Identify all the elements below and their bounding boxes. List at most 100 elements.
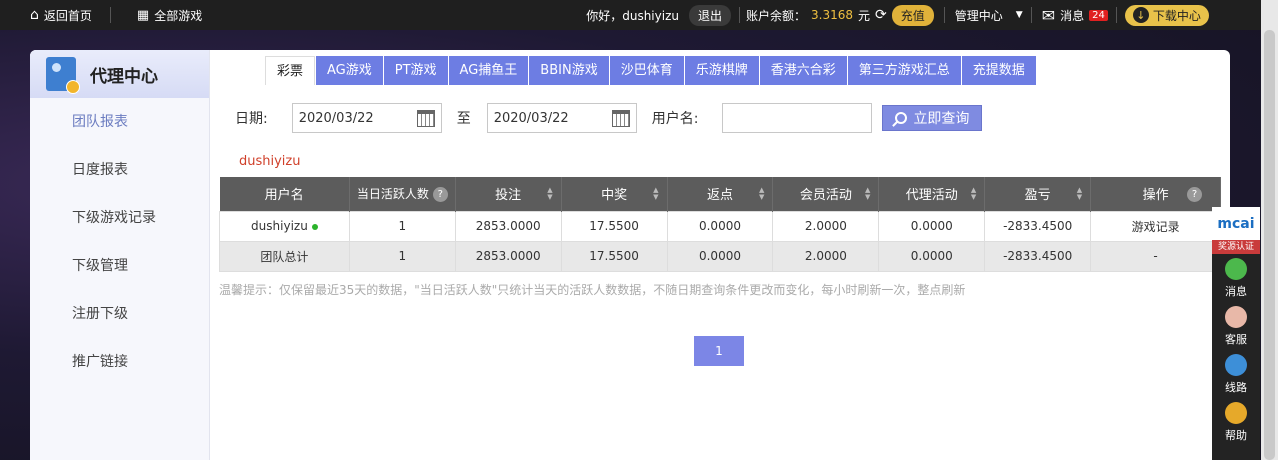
cell-username: 团队总计: [219, 240, 350, 272]
sort-icon: ▲ ▼: [864, 186, 871, 201]
recharge-button[interactable]: 充值: [891, 4, 934, 26]
message-count-badge: 24: [1089, 9, 1108, 21]
agent-card-icon: [46, 57, 80, 94]
agent-panel: 代理中心 团队报表 日度报表 下级游戏记录 下级管理 注册下级 推广链接 彩票 …: [30, 50, 1230, 460]
col-rebate[interactable]: 返点 ▲ ▼: [667, 177, 774, 211]
float-routes-label: 线路: [1225, 380, 1247, 394]
balance-value: 3.3168: [811, 8, 854, 22]
cell-win: 17.5500: [560, 240, 668, 272]
calendar-icon[interactable]: [611, 109, 630, 127]
balance-unit: 元: [858, 8, 871, 23]
download-icon: ↓: [1132, 7, 1149, 23]
cell-profit-loss: -2833.4500: [984, 210, 1092, 242]
top-bar: ⌂ 返回首页 ▦ 全部游戏 你好，dushiyizu 退出 账户余额： 3.31…: [0, 0, 1278, 30]
cell-member-promo: 2.0000: [772, 210, 880, 242]
cell-active-users: 1: [348, 210, 456, 242]
tab-ag-fishing[interactable]: AG捕鱼王: [448, 56, 529, 85]
tab-ag-games[interactable]: AG游戏: [316, 56, 383, 85]
sidebar-item-daily-report[interactable]: 日度报表: [30, 146, 209, 194]
support-agent-icon: [1225, 305, 1247, 328]
float-service[interactable]: 客服: [1212, 302, 1260, 350]
col-username[interactable]: 用户名: [219, 177, 350, 211]
start-date-input[interactable]: 2020/03/22: [291, 103, 442, 133]
username-label: 用户名:: [651, 111, 699, 127]
col-profit-loss[interactable]: 盈亏 ▲ ▼: [984, 177, 1092, 211]
col-member-promo-label: 会员活动: [799, 188, 852, 204]
col-active-users[interactable]: 当日活跃人数 ?: [349, 177, 456, 211]
speed-gauge-icon: [1225, 353, 1247, 376]
tab-saba-sports[interactable]: 沙巴体育: [609, 56, 684, 85]
cell-profit-loss: -2833.4500: [984, 240, 1092, 272]
messages-label: 消息: [1060, 8, 1085, 23]
float-routes[interactable]: 线路: [1212, 350, 1260, 398]
end-date-value: 2020/03/22: [493, 110, 569, 126]
mcai-logo: mcai: [1212, 207, 1260, 240]
grid-icon: ▦: [136, 7, 150, 23]
divider: [943, 7, 945, 23]
col-win[interactable]: 中奖 ▲ ▼: [561, 177, 668, 211]
sidebar-item-team-report[interactable]: 团队报表: [30, 98, 209, 146]
col-bet[interactable]: 投注 ▲ ▼: [455, 177, 562, 211]
divider: [1115, 7, 1117, 23]
username-input[interactable]: [722, 103, 873, 133]
tab-deposit-withdraw[interactable]: 充提数据: [961, 56, 1036, 85]
cell-rebate: 0.0000: [666, 240, 774, 272]
divider: [739, 7, 740, 23]
tab-leyou-chess[interactable]: 乐游棋牌: [684, 56, 759, 85]
tab-hk-marksix[interactable]: 香港六合彩: [759, 56, 847, 85]
sidebar-header: 代理中心: [30, 50, 209, 98]
manage-label: 管理中心: [954, 8, 1003, 23]
float-service-label: 客服: [1225, 332, 1247, 346]
messages-link[interactable]: ✉ 消息 24: [1042, 0, 1108, 30]
greeting-text: 你好，dushiyizu: [586, 8, 679, 23]
float-messages[interactable]: 消息: [1212, 254, 1260, 302]
sidebar-item-sub-game-records[interactable]: 下级游戏记录: [30, 194, 209, 242]
divider: [1030, 7, 1032, 23]
tab-bbin-games[interactable]: BBIN游戏: [529, 56, 609, 85]
help-icon[interactable]: ?: [1187, 187, 1202, 202]
current-user-label[interactable]: dushiyizu: [239, 154, 300, 169]
sidebar-item-promo-link[interactable]: 推广链接: [30, 338, 209, 386]
manage-menu[interactable]: 管理中心 ▼: [955, 0, 1023, 30]
download-button[interactable]: ↓ 下载中心: [1124, 4, 1209, 26]
float-messages-label: 消息: [1225, 284, 1247, 298]
col-agent-promo[interactable]: 代理活动 ▲ ▼: [878, 177, 986, 211]
right-float-bar: mcai 奖源认证 消息 客服 线路 帮助: [1212, 207, 1260, 460]
sort-icon: ▲ ▼: [759, 186, 765, 201]
divider: [109, 7, 111, 23]
help-icon: [1225, 401, 1247, 424]
home-icon: ⌂: [30, 7, 39, 23]
all-games-link[interactable]: ▦ 全部游戏: [137, 0, 202, 30]
search-icon: [895, 112, 908, 124]
sidebar-item-sub-management[interactable]: 下级管理: [30, 242, 209, 290]
query-button-label: 立即查询: [913, 111, 970, 127]
query-button[interactable]: 立即查询: [882, 105, 983, 131]
end-date-input[interactable]: 2020/03/22: [486, 103, 637, 133]
scrollbar-thumb[interactable]: [1264, 30, 1275, 460]
col-username-label: 用户名: [264, 188, 304, 204]
cell-username[interactable]: dushiyizu: [219, 210, 350, 242]
cell-agent-promo: 0.0000: [878, 240, 986, 272]
home-link[interactable]: ⌂ 返回首页: [30, 0, 92, 30]
cell-win: 17.5500: [560, 210, 668, 242]
page-1-button[interactable]: 1: [694, 336, 744, 366]
game-tabs: 彩票 AG游戏 PT游戏 AG捕鱼王 BBIN游戏 沙巴体育 乐游棋牌 香港六合…: [265, 56, 1036, 85]
refresh-icon[interactable]: ⟳: [875, 7, 887, 23]
sidebar-item-register-sub[interactable]: 注册下级: [30, 290, 209, 338]
all-games-label: 全部游戏: [154, 8, 203, 23]
logout-button[interactable]: 退出: [688, 4, 731, 26]
help-icon[interactable]: ?: [432, 187, 448, 203]
calendar-icon[interactable]: [416, 109, 435, 127]
chevron-down-icon: ▼: [1015, 10, 1023, 20]
game-record-link[interactable]: 游戏记录: [1090, 210, 1221, 242]
col-agent-promo-label: 代理活动: [905, 188, 958, 204]
float-help-label: 帮助: [1225, 428, 1247, 442]
tab-lottery[interactable]: 彩票: [265, 56, 316, 85]
cell-active-users: 1: [348, 240, 456, 272]
tab-pt-games[interactable]: PT游戏: [383, 56, 448, 85]
online-status-icon: [311, 223, 318, 230]
cell-rebate: 0.0000: [666, 210, 774, 242]
float-help[interactable]: 帮助: [1212, 398, 1260, 446]
tab-third-party-summary[interactable]: 第三方游戏汇总: [847, 56, 961, 85]
col-member-promo[interactable]: 会员活动 ▲ ▼: [772, 177, 880, 211]
